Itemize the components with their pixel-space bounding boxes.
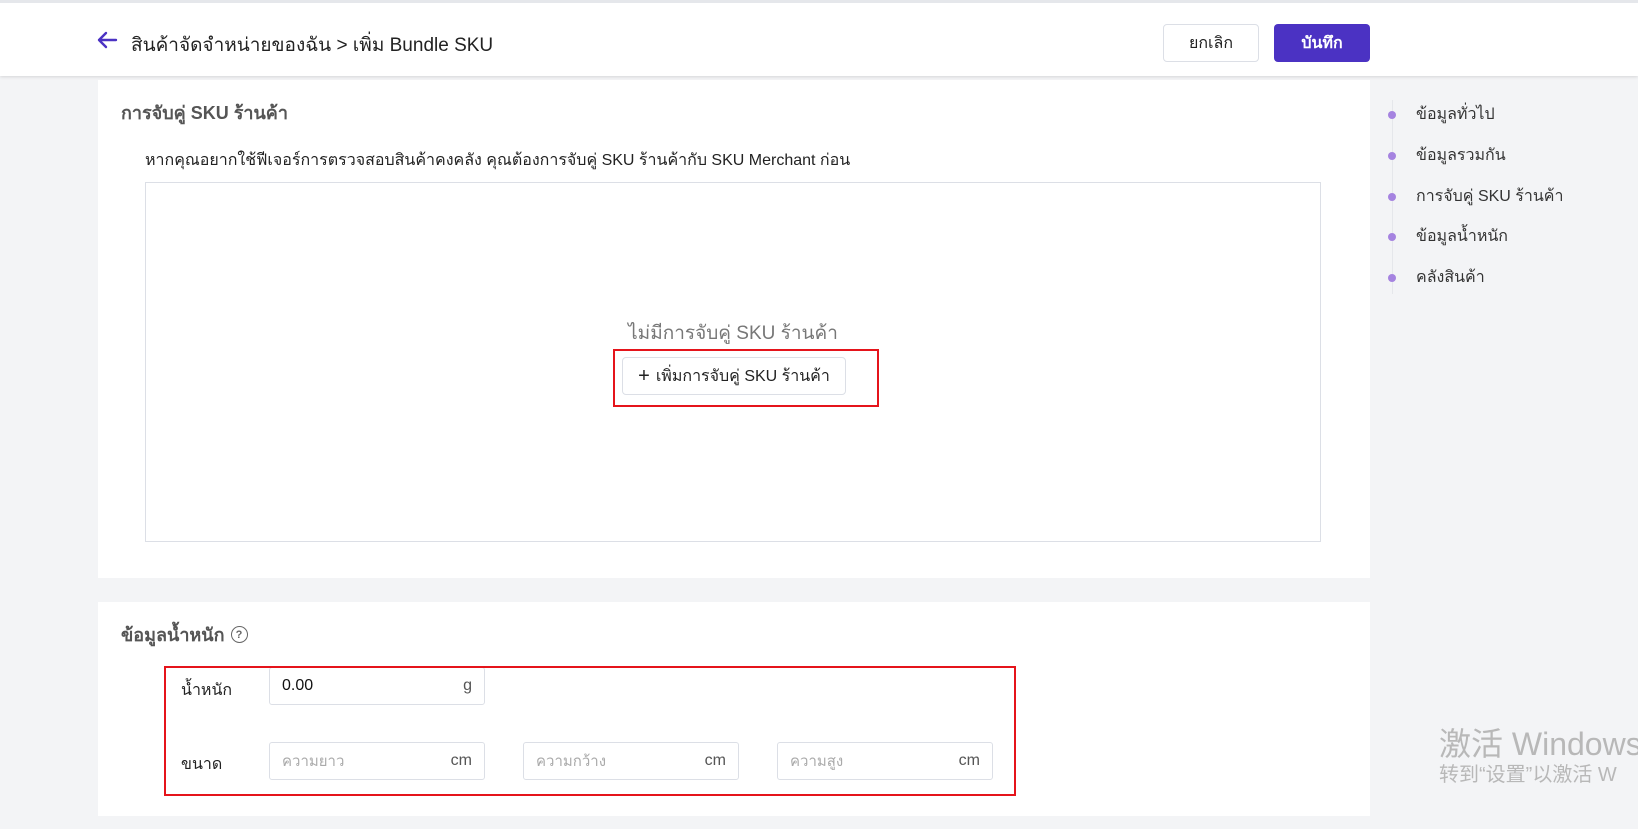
side-nav-item-sku-pairing[interactable]: การจับคู่ SKU ร้านค้า bbox=[1388, 184, 1564, 209]
nav-dot-icon bbox=[1388, 192, 1396, 201]
breadcrumb: สินค้าจัดจำหน่ายของฉัน > เพิ่ม Bundle SK… bbox=[131, 35, 494, 56]
empty-state-text: ไม่มีการจับคู่ SKU ร้านค้า bbox=[628, 323, 838, 344]
sku-pairing-empty-box: ไม่มีการจับคู่ SKU ร้านค้า + เพิ่มการจับ… bbox=[145, 182, 1321, 542]
weight-info-card: ข้อมูลน้ำหนัก ? น้ำหนัก 0.00 g ขนาด ความ… bbox=[98, 602, 1370, 816]
highlight-box-weight-fields bbox=[164, 666, 1016, 796]
side-nav-label: การจับคู่ SKU ร้านค้า bbox=[1416, 188, 1564, 205]
side-nav-item-warehouse[interactable]: คลังสินค้า bbox=[1388, 265, 1485, 290]
windows-activation-watermark: 激活 Windows 转到“设置”以激活 W bbox=[1439, 726, 1638, 788]
side-nav-label: ข้อมูลน้ำหนัก bbox=[1416, 228, 1508, 245]
watermark-line2: 转到“设置”以激活 W bbox=[1439, 764, 1617, 786]
sku-pairing-description: หากคุณอยากใช้ฟีเจอร์การตรวจสอบสินค้าคงคล… bbox=[145, 152, 851, 169]
sku-pairing-card: การจับคู่ SKU ร้านค้า หากคุณอยากใช้ฟีเจอ… bbox=[98, 80, 1370, 578]
side-nav-item-general[interactable]: ข้อมูลทั่วไป bbox=[1388, 102, 1495, 127]
nav-dot-icon bbox=[1388, 232, 1396, 241]
nav-dot-icon bbox=[1388, 110, 1396, 119]
save-button[interactable]: บันทึก bbox=[1274, 24, 1370, 62]
nav-dot-icon bbox=[1388, 151, 1396, 160]
weight-info-title: ข้อมูลน้ำหนัก bbox=[121, 625, 225, 645]
watermark-line1: 激活 Windows bbox=[1439, 726, 1638, 762]
back-arrow-icon[interactable] bbox=[96, 29, 118, 51]
nav-dot-icon bbox=[1388, 273, 1396, 282]
side-nav-label: คลังสินค้า bbox=[1416, 269, 1485, 286]
side-nav-item-combined[interactable]: ข้อมูลรวมกัน bbox=[1388, 143, 1506, 168]
weight-info-title-row: ข้อมูลน้ำหนัก ? bbox=[121, 620, 248, 649]
side-nav-label: ข้อมูลทั่วไป bbox=[1416, 106, 1495, 123]
side-nav-item-weight[interactable]: ข้อมูลน้ำหนัก bbox=[1388, 224, 1508, 249]
side-nav-label: ข้อมูลรวมกัน bbox=[1416, 147, 1506, 164]
cancel-button[interactable]: ยกเลิก bbox=[1163, 24, 1259, 62]
top-bar: สินค้าจัดจำหน่ายของฉัน > เพิ่ม Bundle SK… bbox=[0, 0, 1638, 76]
highlight-box-add-button bbox=[613, 349, 879, 407]
help-icon[interactable]: ? bbox=[230, 626, 248, 643]
sku-pairing-title: การจับคู่ SKU ร้านค้า bbox=[121, 103, 288, 123]
